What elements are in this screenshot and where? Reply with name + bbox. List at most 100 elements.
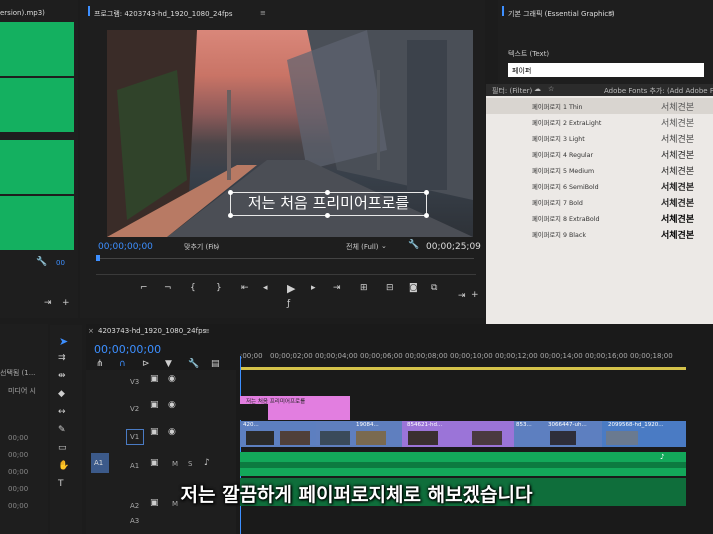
font-option[interactable]: 페이퍼로지 9 Black 서체견본	[486, 226, 713, 242]
clear-in-icon[interactable]: }	[216, 283, 222, 293]
track-a1-label: A1	[130, 462, 140, 470]
program-menu-icon[interactable]: ≡	[260, 9, 266, 17]
eye-icon[interactable]: ◉	[168, 400, 176, 410]
add-marker-icon[interactable]: {	[190, 283, 196, 293]
full-chevron-icon[interactable]: ⌄	[381, 242, 387, 250]
slip-tool-icon[interactable]: ↔	[58, 407, 66, 417]
microphone-icon[interactable]: ♪	[204, 458, 210, 468]
font-option[interactable]: 페이퍼로지 7 Bold 서체견본	[486, 194, 713, 210]
extract-icon[interactable]: ⊟	[386, 283, 394, 293]
program-scrubber[interactable]	[96, 255, 474, 269]
selection-tool-icon[interactable]: ➤	[59, 335, 68, 348]
eye-icon[interactable]: ◉	[168, 427, 176, 437]
fit-chevron-icon[interactable]: ⌄	[214, 242, 220, 250]
add-button-icon[interactable]: +	[471, 290, 479, 300]
video-clip[interactable]: 420...	[240, 421, 316, 447]
video-clip[interactable]: 853...	[514, 421, 546, 447]
mute-button[interactable]: M	[172, 460, 178, 468]
track-v1-target[interactable]: V1	[126, 429, 144, 445]
video-clip[interactable]: 3066447-uh...	[546, 421, 602, 447]
audio-note-icon: ♪	[660, 453, 665, 461]
add-button-icon[interactable]: +	[62, 298, 70, 308]
essential-graphics-panel: 기본 그래픽 (Essential Graphics) ≡ 텍스트 (Text)…	[498, 0, 713, 85]
camera-icon[interactable]: ◙	[409, 283, 418, 293]
source-timecode: 00	[56, 259, 65, 267]
full-dropdown[interactable]: 전체 (Full)	[346, 242, 379, 252]
zoom-bar[interactable]	[96, 274, 476, 283]
video-title-text[interactable]: 저는 처음 프리미어프로를	[230, 192, 427, 213]
eye-icon[interactable]: ◉	[168, 374, 176, 384]
font-option[interactable]: 페이퍼로지 1 Thin 서체견본	[486, 98, 713, 114]
comparison-icon[interactable]: ⧉	[431, 283, 437, 293]
font-option[interactable]: 페이퍼로지 2 ExtraLight 서체견본	[486, 114, 713, 130]
video-clip[interactable]: 19084...	[316, 421, 402, 447]
star-icon[interactable]: ☆	[548, 85, 554, 93]
track-a3-label: A3	[130, 517, 140, 525]
program-timecode-in[interactable]: 00;00;00;00	[98, 242, 153, 252]
audio-waveform-left	[0, 22, 74, 132]
track-select-icon[interactable]: ⇉	[58, 353, 66, 363]
fx-icon[interactable]: ƒ	[287, 299, 290, 309]
video-clip[interactable]: 854621-hd...	[402, 421, 514, 447]
captions-icon[interactable]: ▤	[211, 359, 220, 369]
toggle-sync-lock-icon[interactable]: ▣	[150, 374, 159, 384]
work-area-bar[interactable]	[240, 367, 686, 370]
play-icon[interactable]: ▶	[287, 282, 295, 295]
filter-label: 필터: (Filter)	[492, 87, 533, 95]
razor-icon[interactable]: ◆	[58, 389, 65, 399]
font-option[interactable]: 페이퍼로지 6 SemiBold 서체견본	[486, 178, 713, 194]
timeline-timecode[interactable]: 00;00;00;00	[94, 343, 161, 356]
toggle-sync-lock-icon[interactable]: ▣	[150, 427, 159, 437]
go-to-in-icon[interactable]: ⇤	[241, 283, 249, 293]
font-dropdown-list: 페이퍼로지 1 Thin 서체견본 페이퍼로지 2 ExtraLight 서체견…	[486, 96, 713, 344]
settings-wrench-icon[interactable]: 🔧	[188, 359, 199, 369]
pen-tool-icon[interactable]: ✎	[58, 425, 66, 435]
hand-tool-icon[interactable]: ✋	[58, 461, 69, 471]
track-v2-label: V2	[130, 405, 140, 413]
font-option[interactable]: 페이퍼로지 4 Regular 서체견본	[486, 146, 713, 162]
timeline-menu-icon[interactable]: ≡	[204, 327, 210, 335]
cloud-icon[interactable]: ☁	[534, 85, 541, 93]
font-option[interactable]: 페이퍼로지 3 Light 서체견본	[486, 130, 713, 146]
wrench-icon[interactable]: 🔧	[408, 240, 419, 250]
panel-menu-icon[interactable]: ≡	[608, 9, 614, 17]
font-option[interactable]: 페이퍼로지 5 Medium 서체견본	[486, 162, 713, 178]
font-search-input[interactable]: 페이퍼	[508, 63, 704, 77]
insert-icon[interactable]: ⇥	[458, 291, 466, 301]
selected-text: 선택됨 (1...	[0, 369, 36, 377]
wrench-icon[interactable]: 🔧	[36, 257, 47, 267]
ripple-edit-icon[interactable]: ⇹	[58, 371, 66, 381]
add-marker-icon[interactable]: ⊳	[142, 359, 150, 369]
toggle-sync-lock-icon[interactable]: ▣	[150, 400, 159, 410]
marker-icon[interactable]: ▼	[165, 359, 172, 369]
linked-selection-icon[interactable]: ∩	[119, 359, 126, 369]
source-a1-patch[interactable]: A1	[91, 453, 109, 473]
video-clip[interactable]: 2099568-hd_1920...	[602, 421, 686, 447]
mark-in-icon[interactable]: ⌐	[140, 283, 148, 293]
toggle-sync-lock-icon[interactable]: ▣	[150, 458, 159, 468]
audio-clip-a1[interactable]: ♪	[240, 452, 686, 476]
time-label: 00;00	[8, 451, 29, 459]
font-option[interactable]: 페이퍼로지 8 ExtraBold 서체견본	[486, 210, 713, 226]
v1-track-clips[interactable]: 420... 19084... 854621-hd... 853... 3066…	[240, 421, 686, 447]
timeline-close-icon[interactable]: ×	[88, 327, 94, 335]
program-timecode-out: 00;00;25;09	[426, 242, 481, 252]
time-label: 00;00	[8, 434, 29, 442]
audio-waveform-right	[0, 140, 74, 250]
mark-out-icon[interactable]: ¬	[164, 283, 172, 293]
solo-button[interactable]: S	[188, 460, 192, 468]
step-back-icon[interactable]: ◂	[263, 283, 268, 293]
track-headers: V3 V2 V1 A1 A2 A3 A1 ▣ ◉ ▣ ◉ ▣ ◉ ▣ M S ♪…	[86, 370, 236, 534]
snap-icon[interactable]: ⋔	[96, 359, 104, 369]
rectangle-tool-icon[interactable]: ▭	[58, 443, 67, 453]
font-filter-bar: 필터: (Filter) ☁ ☆ Adobe Fonts 추가: (Add Ad…	[486, 84, 713, 96]
insert-icon[interactable]: ⇥	[44, 298, 52, 308]
lift-icon[interactable]: ⊞	[360, 283, 368, 293]
title-clip[interactable]: 저는 처음 프리미어프로를	[240, 396, 350, 420]
step-forward-icon[interactable]: ▸	[311, 283, 316, 293]
source-title: ersion).mp3)	[0, 9, 45, 17]
video-frame[interactable]: 저는 처음 프리미어프로를	[107, 30, 473, 237]
sequence-name: 4203743-hd_1920_1080_24fps	[98, 327, 207, 335]
go-to-out-icon[interactable]: ⇥	[333, 283, 341, 293]
adobe-fonts-link[interactable]: Adobe Fonts 추가: (Add Adobe Fonts	[604, 86, 713, 96]
